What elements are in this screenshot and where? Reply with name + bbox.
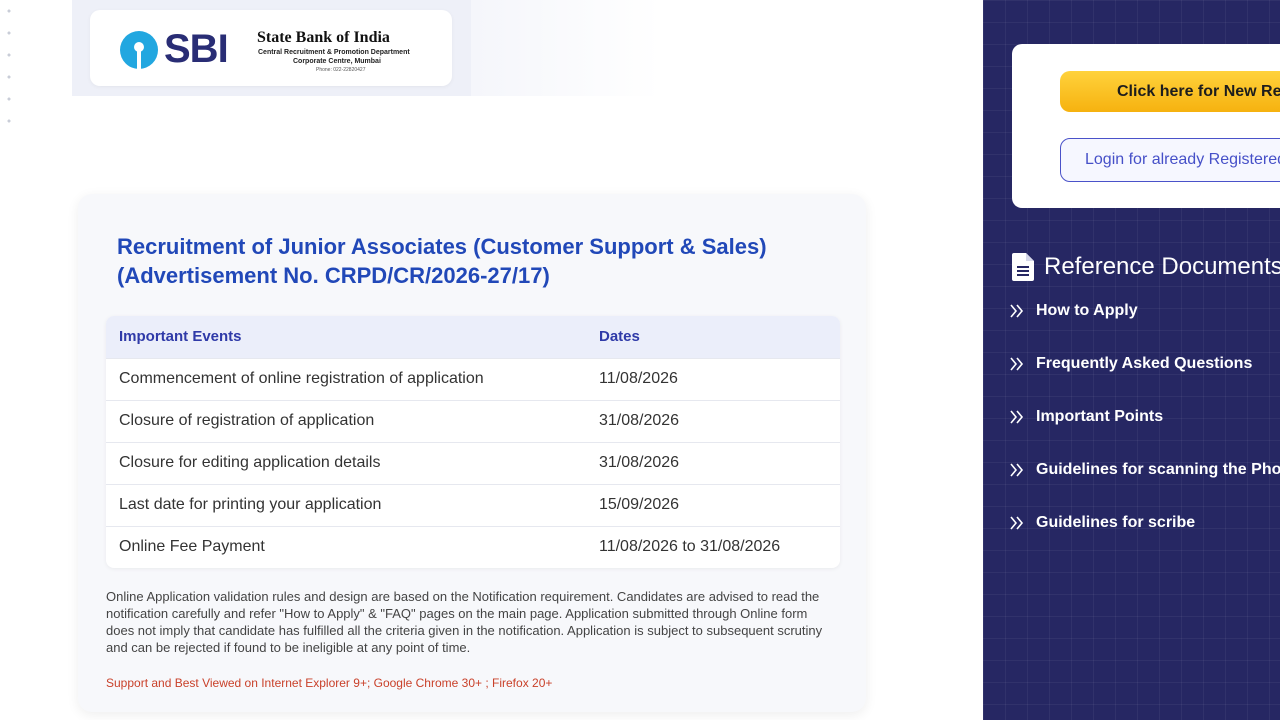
right-sidebar: Click here for New Registration Login fo…	[983, 0, 1280, 720]
column-header-events: Important Events	[106, 316, 586, 358]
registration-card: Click here for New Registration Login fo…	[1012, 44, 1280, 208]
reference-link-label[interactable]: Guidelines for scribe	[1036, 514, 1195, 532]
table-row: Closure for editing application details …	[106, 441, 840, 484]
document-icon	[1012, 253, 1034, 281]
reference-documents-title: Reference Documents	[1044, 253, 1280, 280]
bank-name: State Bank of India	[257, 29, 390, 46]
date-cell: 31/08/2026	[586, 399, 840, 442]
reference-link-label[interactable]: Frequently Asked Questions	[1036, 355, 1252, 373]
double-chevron-right-icon	[1010, 357, 1024, 371]
reference-link-important-points[interactable]: Important Points	[1010, 408, 1280, 461]
sbi-logo: SBI State Bank of India Central Recruitm…	[90, 10, 452, 86]
event-cell: Online Fee Payment	[106, 525, 586, 568]
table-header-row: Important Events Dates	[106, 316, 840, 358]
important-events-table: Important Events Dates Commencement of o…	[106, 316, 840, 568]
reference-link-faq[interactable]: Frequently Asked Questions	[1010, 355, 1280, 408]
recruitment-card: Recruitment of Junior Associates (Custom…	[78, 194, 866, 712]
reference-link-label[interactable]: How to Apply	[1036, 302, 1138, 320]
double-chevron-right-icon	[1010, 410, 1024, 424]
reference-link-scribe-guidelines[interactable]: Guidelines for scribe	[1010, 514, 1280, 567]
date-cell: 11/08/2026 to 31/08/2026	[586, 525, 840, 568]
new-registration-button[interactable]: Click here for New Registration	[1060, 71, 1280, 112]
login-button[interactable]: Login for already Registered	[1060, 138, 1280, 182]
reference-link-how-to-apply[interactable]: How to Apply	[1010, 302, 1280, 355]
decorative-dots	[6, 0, 12, 130]
event-cell: Closure for editing application details	[106, 441, 586, 484]
reference-link-label[interactable]: Important Points	[1036, 408, 1163, 426]
logo-strip-fade	[471, 0, 661, 96]
column-header-dates: Dates	[586, 316, 840, 358]
event-cell: Closure of registration of application	[106, 399, 586, 442]
reference-link-label[interactable]: Guidelines for scanning the Photo	[1036, 461, 1280, 479]
sbi-keyhole-icon	[120, 31, 158, 69]
table-row: Online Fee Payment 11/08/2026 to 31/08/2…	[106, 525, 840, 568]
reference-links: How to Apply Frequently Asked Questions …	[1010, 302, 1280, 567]
event-cell: Last date for printing your application	[106, 483, 586, 526]
browser-support-note: Support and Best Viewed on Internet Expl…	[106, 676, 553, 690]
reference-documents-heading: Reference Documents	[1012, 253, 1280, 281]
date-cell: 31/08/2026	[586, 441, 840, 484]
page-title: Recruitment of Junior Associates (Custom…	[117, 232, 817, 290]
office-name: Corporate Centre, Mumbai	[293, 58, 381, 65]
date-cell: 11/08/2026	[586, 357, 840, 400]
date-cell: 15/09/2026	[586, 483, 840, 526]
table-row: Closure of registration of application 3…	[106, 399, 840, 442]
logo-text: SBI	[164, 27, 229, 71]
double-chevron-right-icon	[1010, 463, 1024, 477]
double-chevron-right-icon	[1010, 304, 1024, 318]
reference-link-photo-guidelines[interactable]: Guidelines for scanning the Photo	[1010, 461, 1280, 514]
table-row: Commencement of online registration of a…	[106, 357, 840, 400]
validation-note: Online Application validation rules and …	[106, 589, 823, 655]
event-cell: Commencement of online registration of a…	[106, 357, 586, 400]
title-line-2: (Advertisement No. CRPD/CR/2026-27/17)	[117, 263, 550, 288]
table-row: Last date for printing your application …	[106, 483, 840, 526]
double-chevron-right-icon	[1010, 516, 1024, 530]
office-phone: Phone: 022-22820427	[316, 67, 366, 73]
title-line-1: Recruitment of Junior Associates (Custom…	[117, 234, 767, 259]
department-name: Central Recruitment & Promotion Departme…	[258, 49, 410, 56]
